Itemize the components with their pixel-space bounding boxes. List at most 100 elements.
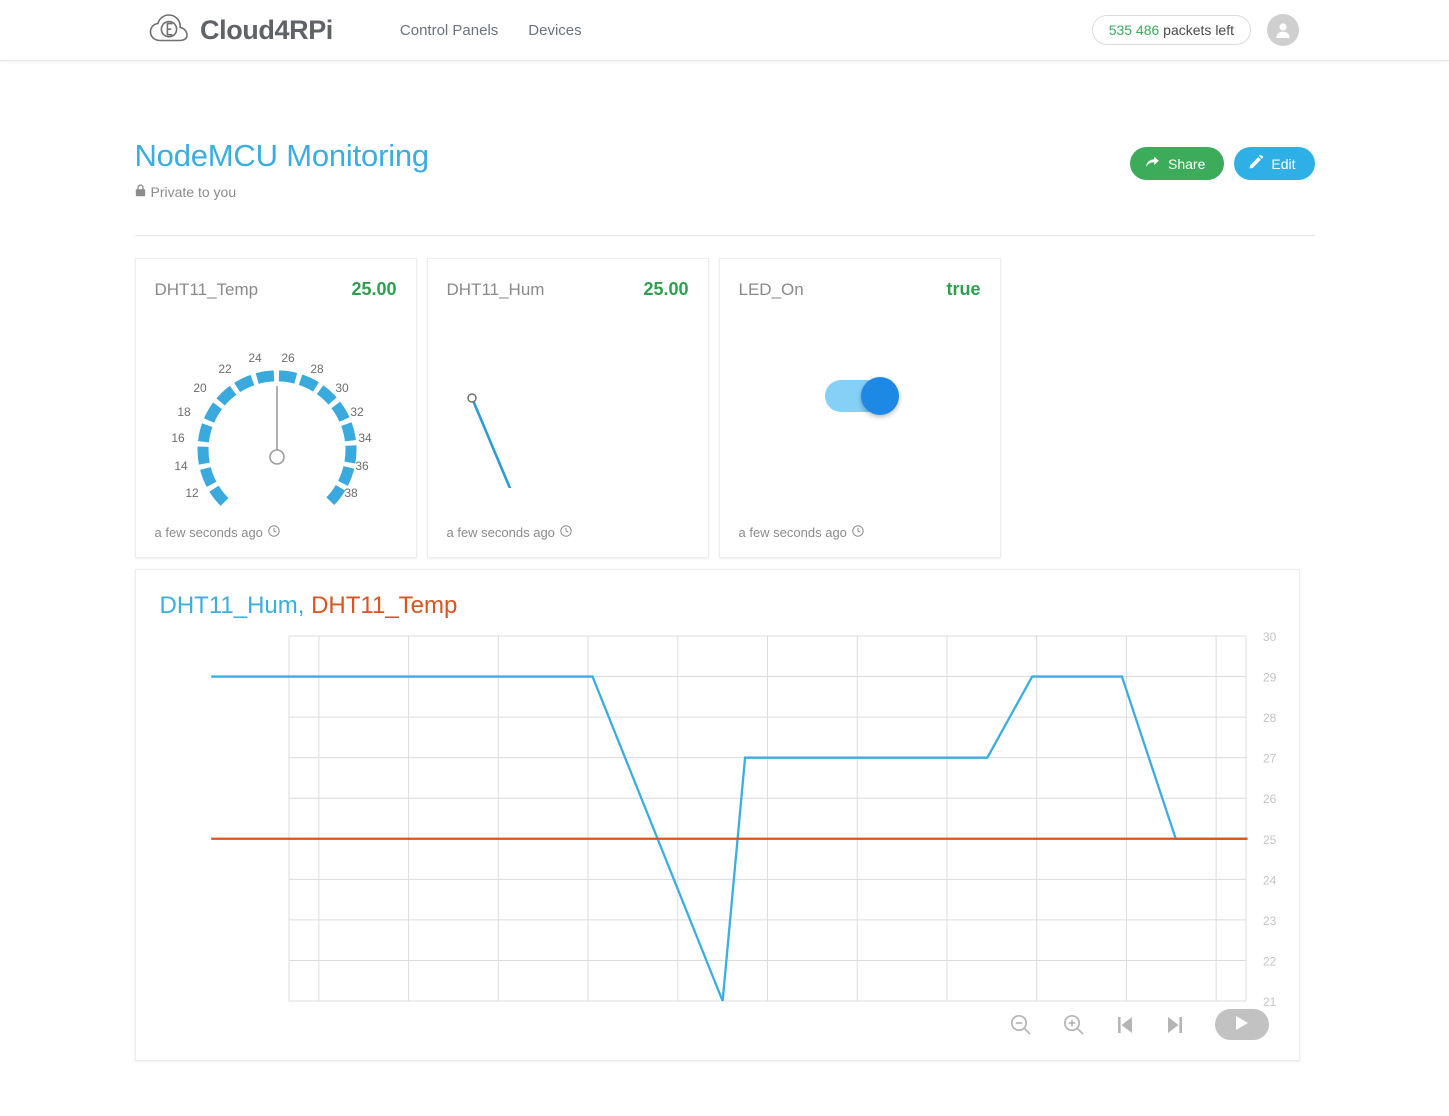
skip-forward-icon[interactable] [1165, 1014, 1185, 1036]
privacy-label: Private to you [150, 184, 237, 201]
sparkline-path [470, 397, 668, 495]
svg-text:3:06 PM: 3:06 PM [386, 1014, 431, 1016]
brand-name: Cloud4RPi [200, 14, 333, 45]
card-body [428, 300, 708, 525]
zoom-out-icon[interactable] [1009, 1013, 1032, 1036]
nav-link-control-panels[interactable]: Control Panels [400, 22, 498, 39]
brand-logo-link[interactable]: Cloud4RPi [149, 13, 333, 47]
widget-timestamp: a few seconds ago [738, 525, 847, 540]
svg-text:14: 14 [174, 459, 188, 473]
svg-text:3:12 PM: 3:12 PM [924, 1014, 969, 1016]
widget-timestamp: a few seconds ago [446, 525, 555, 540]
widget-title: DHT11_Hum [446, 280, 545, 299]
svg-text:26: 26 [281, 351, 295, 365]
card-header: LED_On true [720, 259, 1000, 300]
clock-icon [852, 525, 864, 540]
svg-text:26: 26 [1263, 792, 1277, 806]
content-container: NodeMCU Monitoring Private to you Share … [134, 61, 1315, 1061]
chart-y-axis-labels: 30 29 28 27 26 25 24 23 22 21 [1263, 630, 1277, 1009]
svg-text:24: 24 [248, 351, 262, 365]
svg-text:23: 23 [1263, 914, 1277, 928]
svg-text:3:09 PM: 3:09 PM [655, 1014, 700, 1016]
led-toggle-switch[interactable] [824, 377, 899, 415]
share-icon [1145, 155, 1160, 172]
widget-title: DHT11_Temp [154, 280, 259, 299]
card-body: 10 12 14 16 18 20 22 24 26 28 30 [136, 300, 416, 525]
svg-text:12: 12 [185, 486, 199, 500]
gauge-needle [268, 386, 285, 465]
gauge-chart: 10 12 14 16 18 20 22 24 26 28 30 [136, 306, 418, 524]
pencil-icon [1249, 154, 1264, 172]
zoom-in-icon[interactable] [1062, 1013, 1085, 1036]
svg-text:21: 21 [1263, 995, 1277, 1009]
widget-card-dht11-temp[interactable]: DHT11_Temp 25.00 10 12 14 [134, 258, 417, 558]
packets-left-badge[interactable]: 535 486 packets left [1091, 15, 1251, 45]
svg-text:29: 29 [1263, 671, 1277, 685]
share-button[interactable]: Share [1130, 147, 1225, 180]
edit-label: Edit [1271, 155, 1296, 172]
chart-series-label-temp: DHT11_Temp [311, 592, 458, 619]
widget-timestamp: a few seconds ago [154, 525, 263, 540]
svg-text:3:11 PM: 3:11 PM [835, 1014, 879, 1016]
widget-value: 25.00 [351, 279, 397, 299]
svg-text:22: 22 [218, 362, 232, 376]
svg-text:30: 30 [335, 381, 349, 395]
svg-text:24: 24 [1263, 873, 1277, 887]
chart-series-label-hum: DHT11_Hum, [159, 592, 312, 619]
widget-row: DHT11_Temp 25.00 10 12 14 [134, 258, 1315, 558]
nav-links: Control Panels Devices [400, 22, 582, 39]
card-body [720, 300, 1000, 525]
play-button[interactable] [1214, 1009, 1269, 1040]
packets-count: 535 486 [1108, 22, 1160, 38]
svg-text:20: 20 [193, 381, 207, 395]
packets-label: packets left [1159, 22, 1234, 38]
privacy-status: Private to you [135, 184, 1315, 200]
skip-back-icon[interactable] [1115, 1014, 1135, 1036]
play-icon [1233, 1014, 1250, 1035]
svg-text:27: 27 [1263, 752, 1277, 766]
card-header: DHT11_Temp 25.00 [136, 259, 416, 300]
svg-text:34: 34 [358, 431, 372, 445]
widget-value: true [946, 279, 981, 299]
svg-text:16: 16 [171, 431, 185, 445]
nav-right-group: 535 486 packets left [1091, 14, 1299, 46]
title-row: NodeMCU Monitoring Private to you Share … [135, 138, 1315, 209]
svg-text:22: 22 [1263, 954, 1277, 968]
widget-title: LED_On [738, 280, 804, 299]
cloud-logo-icon [149, 13, 189, 47]
card-footer: a few seconds ago [720, 525, 1000, 557]
sparkline-chart [428, 328, 710, 498]
user-icon [1276, 23, 1290, 38]
svg-text:32: 32 [350, 405, 364, 419]
avatar[interactable] [1267, 14, 1299, 46]
lock-icon [135, 184, 146, 200]
clock-icon [560, 525, 572, 540]
header-divider [134, 235, 1315, 236]
svg-text:3:07 PM: 3:07 PM [475, 1014, 520, 1016]
title-actions: Share Edit [1130, 147, 1315, 180]
svg-text:28: 28 [1263, 711, 1277, 725]
svg-text:3:08 PM: 3:08 PM [565, 1014, 610, 1016]
page: NodeMCU Monitoring Private to you Share … [0, 61, 1449, 1061]
sparkline-start-marker [466, 393, 477, 403]
chart-series-lines [210, 675, 1248, 1002]
svg-text:18: 18 [177, 405, 191, 419]
chart-plot-area[interactable]: 30 29 28 27 26 25 24 23 22 21 3:05 PM 3:06 PM 3:07 … [136, 626, 1301, 1028]
svg-text:28: 28 [310, 362, 324, 376]
svg-text:25: 25 [1263, 833, 1277, 847]
svg-text:38: 38 [344, 486, 358, 500]
card-header: DHT11_Hum 25.00 [428, 259, 708, 300]
widget-value: 25.00 [643, 279, 689, 299]
widget-card-led-on[interactable]: LED_On true a few seconds ago [718, 258, 1001, 558]
toggle-knob[interactable] [860, 377, 899, 415]
chart-title: DHT11_Hum, DHT11_Temp [160, 592, 458, 620]
top-navbar: Cloud4RPi Control Panels Devices 535 486… [0, 0, 1449, 61]
widget-card-dht11-hum[interactable]: DHT11_Hum 25.00 a few seconds ago [426, 258, 709, 558]
svg-text:30: 30 [1263, 630, 1277, 644]
main-chart-card: DHT11_Hum, DHT11_Temp 30 29 28 27 26 25 24 23 22… [134, 569, 1301, 1061]
nav-link-devices[interactable]: Devices [528, 22, 581, 39]
svg-text:36: 36 [355, 459, 369, 473]
card-footer: a few seconds ago [428, 525, 708, 557]
edit-button[interactable]: Edit [1234, 147, 1315, 180]
chart-gridlines [288, 635, 1246, 1002]
